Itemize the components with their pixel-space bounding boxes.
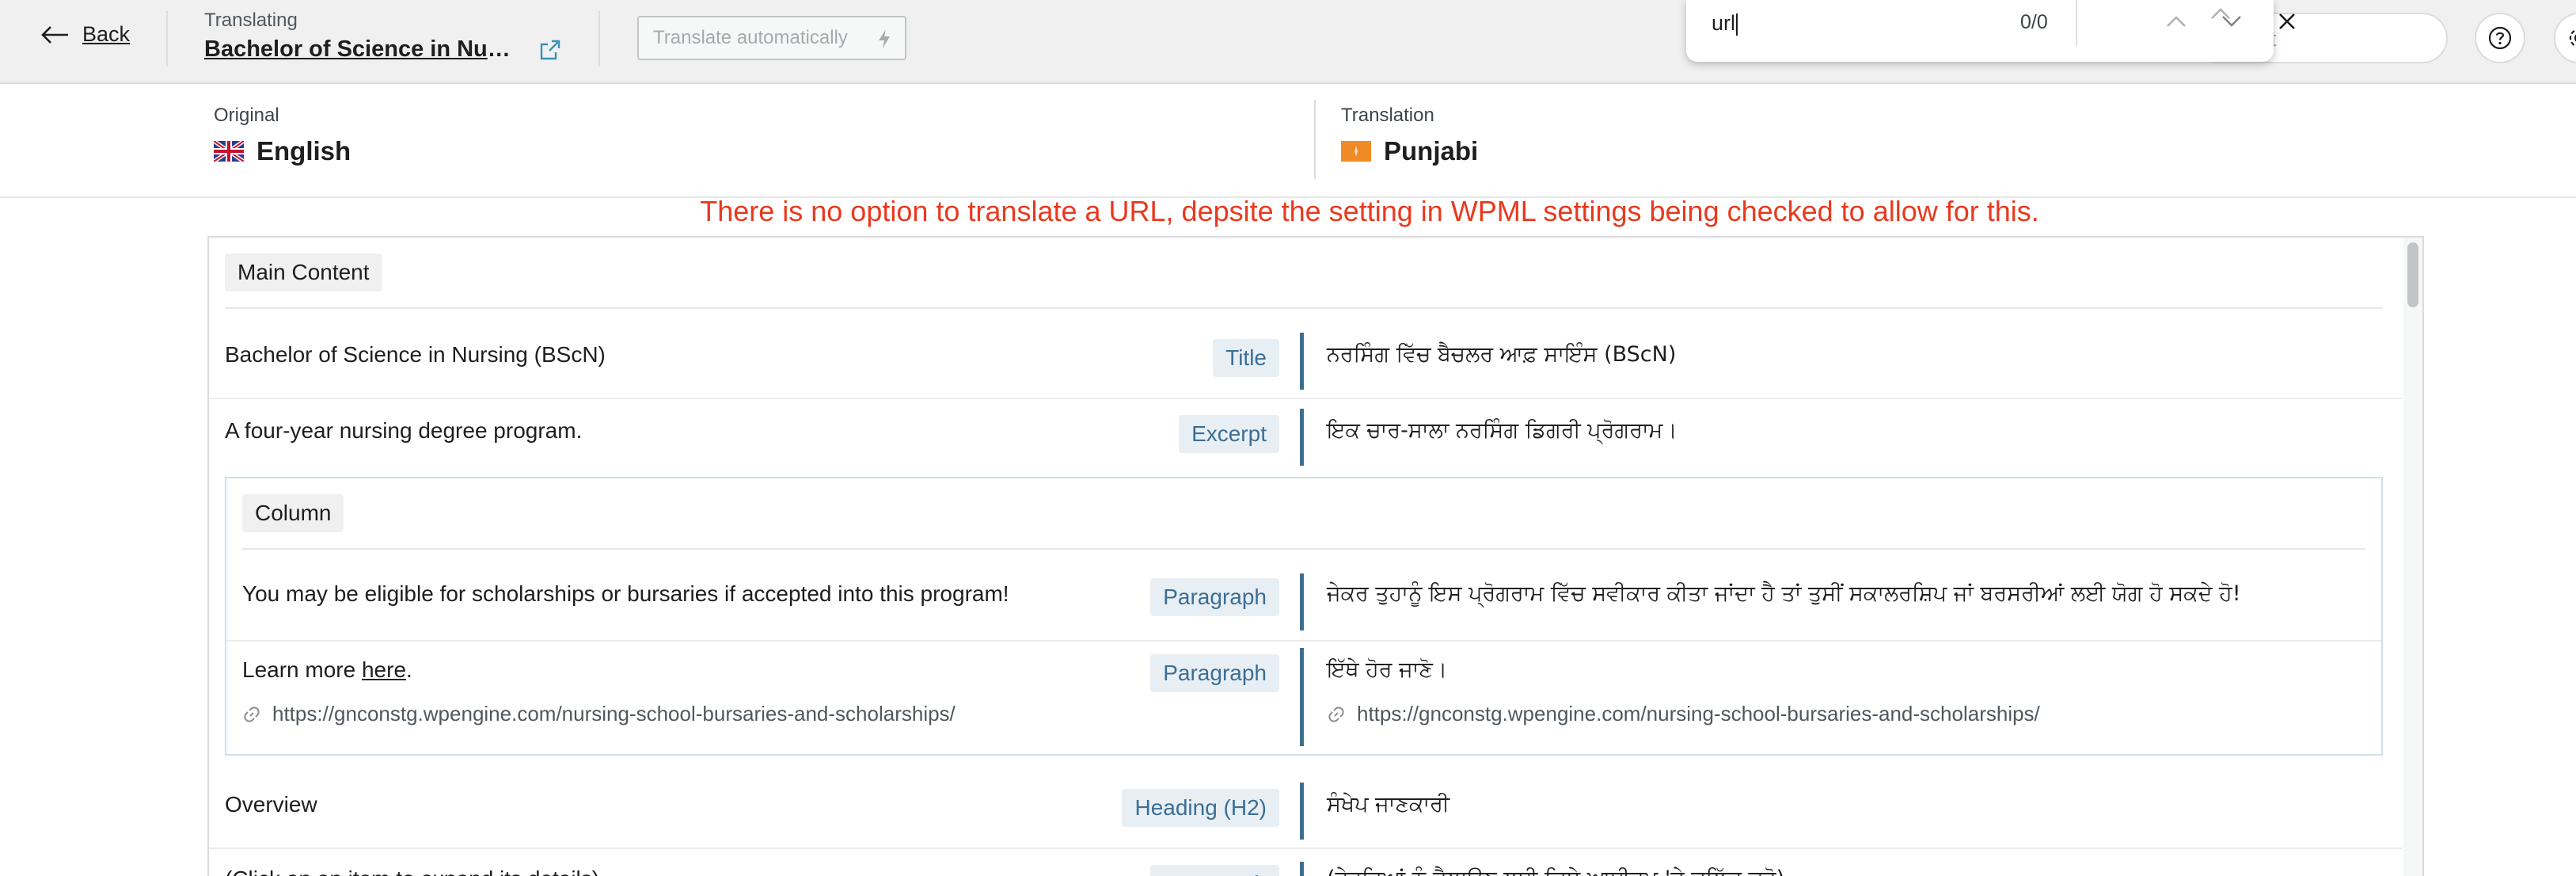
find-close-button[interactable] [2269,5,2305,38]
chevron-up-icon [2167,16,2186,27]
find-match-count: 0/0 [2020,11,2048,33]
help-icon [2488,26,2512,50]
help-button[interactable] [2475,13,2525,63]
divider [209,847,2402,849]
scrollbar-thumb[interactable] [2407,242,2418,307]
arrow-left-icon [41,25,68,44]
chevron-down-icon [2222,16,2241,27]
target-heading[interactable]: ਸੰਖੇਪ ਜਾਣਕਾਰੀ [1327,792,1449,817]
uk-flag-icon [214,141,244,162]
divider [226,640,2381,642]
target-paragraph-partial[interactable]: (ਵੇਰਵਿਆਂ ਨੂੰ ਫੈਲਾਉਣ ਲਈ ਕਿਸੇ ਆਈਟਮ 'ਤੇ ਕਲਿ… [1327,866,1784,876]
divider [598,11,600,67]
source-title: Bachelor of Science in Nursing (BScN) [225,342,606,367]
annotation-text: There is no option to translate a URL, d… [700,195,2039,227]
source-url: https://gnconstg.wpengine.com/nursing-sc… [242,702,956,726]
find-previous-button[interactable] [2158,5,2194,38]
badge-excerpt: Excerpt [1179,415,1279,453]
translate-automatically-button[interactable]: Translate automatically [637,16,906,60]
external-link-icon[interactable] [538,38,562,62]
badge-paragraph: Paragraph [1150,654,1279,692]
gear-icon [2569,29,2576,48]
target-title[interactable]: ਨਰਸਿੰਗ ਵਿੱਚ ਬੈਚਲਰ ਆਫ਼ ਸਾਇੰਸ (BScN) [1327,342,1676,368]
row-accent-bar [1300,573,1304,630]
badge-paragraph: Paragraph [1150,865,1279,876]
translating-label: Translating [204,10,298,31]
document-title-link[interactable]: Bachelor of Science in Nursin... [204,36,517,63]
row-accent-bar [1300,783,1304,840]
find-query: url [1712,11,1736,35]
row-accent-bar [1300,333,1304,390]
settings-button[interactable] [2554,13,2576,63]
row-accent-bar [1300,648,1304,746]
divider [225,307,2383,309]
column-label: Column [242,494,344,532]
lightning-icon [879,29,890,48]
translating-header: Translating Bachelor of Science in Nursi… [204,10,517,63]
divider [242,548,2365,550]
source-paragraph-link: Learn more here. [242,657,412,683]
divider [209,398,2402,399]
translation-language-name: Punjabi [1384,136,1479,166]
source-excerpt: A four-year nursing degree program. [225,418,583,443]
source-paragraph: You may be eligible for scholarships or … [242,581,1009,606]
translation-caption: Translation [1341,105,1434,126]
translate-automatically-label: Translate automatically [653,27,848,48]
target-paragraph-link[interactable]: ਇੱਥੇ ਹੋਰ ਜਾਣੋ। [1327,657,1447,683]
divider [166,11,168,67]
back-label: Back [82,22,131,46]
original-language-name: English [256,136,351,166]
find-input[interactable]: url [1712,11,1738,36]
original-caption: Original [214,105,279,126]
close-icon [2279,13,2295,29]
original-language: Original English [214,105,351,166]
source-text: . [406,657,412,682]
source-url-text: https://gnconstg.wpengine.com/nursing-sc… [272,702,956,726]
badge-heading: Heading (H2) [1122,789,1279,827]
row-accent-bar [1300,409,1304,466]
target-url: https://gnconstg.wpengine.com/nursing-sc… [1327,702,2040,726]
language-header: Original English Translation Punjabi [0,86,2576,198]
target-excerpt[interactable]: ਇਕ ਚਾਰ-ਸਾਲਾ ਨਰਸਿੰਗ ਡਿਗਰੀ ਪ੍ਰੋਗਰਾਮ। [1327,418,1677,444]
source-heading: Overview [225,792,317,817]
link-icon [244,706,260,722]
back-button[interactable]: Back [40,22,130,47]
row-accent-bar [1300,862,1304,876]
divider [1314,100,1316,179]
target-url-text: https://gnconstg.wpengine.com/nursing-sc… [1357,702,2040,726]
here-link[interactable]: here [362,657,406,682]
source-text: Learn more [242,657,362,682]
badge-paragraph: Paragraph [1150,578,1279,616]
target-paragraph[interactable]: ਜੇਕਰ ਤੁਹਾਨੂੰ ਇਸ ਪ੍ਰੋਗਰਾਮ ਵਿੱਚ ਸਵੀਕਾਰ ਕੀਤ… [1327,581,2241,607]
badge-title: Title [1213,339,1279,377]
divider [2076,0,2077,46]
find-next-button[interactable] [2213,5,2250,38]
main-content-label: Main Content [225,253,382,291]
source-paragraph-partial: (Click on an item to expand its details) [225,866,599,876]
link-icon [1328,706,1344,722]
translation-language: Translation Punjabi [1341,105,1478,166]
india-flag-icon [1341,141,1371,162]
scrollbar[interactable] [2403,238,2422,876]
